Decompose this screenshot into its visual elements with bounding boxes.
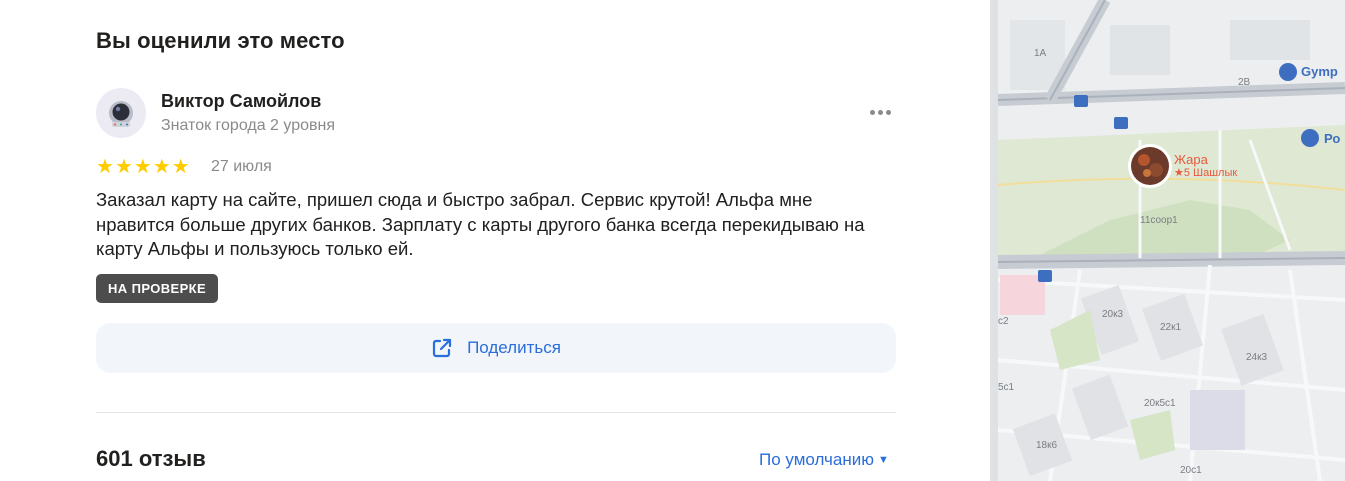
map-building-label: 20с1	[1180, 465, 1202, 476]
author-name[interactable]: Виктор Самойлов	[161, 91, 321, 112]
map-building-label: 20к5с1	[1144, 398, 1176, 409]
map-brand-label[interactable]: Gymp	[1301, 64, 1338, 79]
map-poi-rating-category: ★5 Шашлык	[1174, 167, 1238, 179]
map-building-label: 20к3	[1102, 309, 1124, 320]
map-building-label: 1А	[1034, 48, 1047, 59]
share-label: Поделиться	[467, 338, 561, 357]
rating-stars: ★ ★ ★ ★ ★	[96, 157, 190, 177]
review-text: Заказал карту на сайте, пришел сюда и бы…	[96, 189, 865, 259]
share-button[interactable]: Поделиться	[96, 323, 896, 373]
page-title: Вы оценили это место	[96, 28, 345, 53]
review-panel: Вы оценили это место Виктор Самойлов Зна…	[0, 0, 990, 481]
map-building-label: 2В	[1238, 77, 1251, 88]
map-building-label: 24к3	[1246, 352, 1268, 363]
map[interactable]: 1А 2В 11соор1 20к3 22к1 24к3 20к5с1 18к6…	[990, 0, 1345, 481]
sort-dropdown[interactable]: По умолчанию ▼	[759, 450, 889, 470]
star-icon: ★	[114, 156, 133, 178]
divider	[96, 412, 896, 413]
avatar[interactable]	[96, 88, 146, 138]
reviews-count: 601 отзыв	[96, 446, 206, 471]
more-dot-icon	[869, 109, 875, 115]
star-icon: ★	[96, 156, 114, 178]
sort-label: По умолчанию	[759, 450, 874, 469]
map-brand-label[interactable]: Ро	[1324, 131, 1340, 146]
status-badge: НА ПРОВЕРКЕ	[96, 274, 219, 303]
author-level: Знаток города 2 уровня	[161, 117, 336, 134]
map-building-label: 11соор1	[1140, 215, 1178, 226]
star-icon: ★	[171, 156, 190, 178]
more-options-button[interactable]	[864, 100, 896, 124]
map-building-label: 22к1	[1160, 322, 1182, 333]
astronaut-avatar-icon	[109, 101, 133, 127]
more-dot-icon	[877, 109, 883, 115]
caret-down-icon: ▼	[877, 454, 889, 466]
map-building-label: 18к6	[1036, 440, 1058, 451]
map-building-label: с2	[998, 316, 1009, 327]
share-icon	[432, 338, 452, 358]
review-date: 27 июля	[211, 158, 272, 175]
star-icon: ★	[133, 156, 152, 178]
star-icon: ★	[152, 156, 171, 178]
more-dot-icon	[885, 109, 891, 115]
map-building-label: 5с1	[998, 382, 1015, 393]
map-poi-name[interactable]: Жара	[1174, 152, 1208, 167]
